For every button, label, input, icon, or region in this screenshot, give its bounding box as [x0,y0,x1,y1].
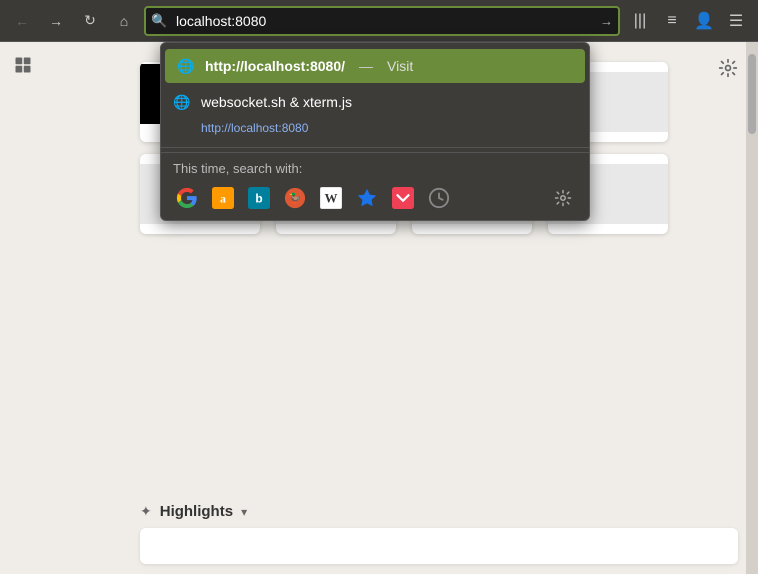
scrollbar-thumb[interactable] [748,54,756,134]
svg-text:a: a [220,192,226,206]
reader-view-button[interactable]: ≡ [658,7,686,35]
globe-icon-2: 🌐 [173,93,191,111]
svg-text:b: b [255,192,262,206]
highlights-chevron-icon: ▾ [241,505,247,519]
home-button[interactable]: ⌂ [110,7,138,35]
browser-toolbar: ← → ↻ ⌂ 🔍 → ||| ≡ 👤 ☰ [0,0,758,42]
search-engine-history[interactable] [425,184,453,212]
highlights-header[interactable]: ✦ Highlights ▾ [140,503,738,520]
bookmarks-icon: ||| [634,12,646,30]
main-settings-icon[interactable] [714,54,742,82]
autocomplete-item-2[interactable]: 🌐 websocket.sh & xterm.js http://localho… [161,85,589,143]
search-engine-settings-button[interactable] [549,184,577,212]
dropdown-divider [161,147,589,148]
search-engine-wikipedia[interactable]: W [317,184,345,212]
search-engine-pocket[interactable] [389,184,417,212]
grid-layout-icon[interactable] [14,56,32,79]
search-with-label: This time, search with: [173,161,577,176]
search-engine-bookmarks[interactable] [353,184,381,212]
autocomplete-url-1: http://localhost:8080/ [205,58,345,74]
highlights-content [140,528,738,564]
autocomplete-item-1[interactable]: 🌐 http://localhost:8080/ — Visit [165,49,585,83]
account-icon: 👤 [694,11,714,31]
search-engine-amazon[interactable]: a [209,184,237,212]
autocomplete-dropdown: 🌐 http://localhost:8080/ — Visit 🌐 webso… [160,42,590,221]
search-engine-bing[interactable]: b [245,184,273,212]
forward-button[interactable]: → [42,7,70,35]
address-input[interactable] [144,6,620,36]
reload-button[interactable]: ↻ [76,7,104,35]
autocomplete-title-2: websocket.sh & xterm.js [201,94,352,110]
search-engine-duckduckgo[interactable]: 🦆 [281,184,309,212]
toolbar-icons: ||| ≡ 👤 ☰ [626,7,750,35]
highlights-icon: ✦ [140,503,152,520]
address-go-icon[interactable]: → [600,13,613,28]
svg-text:🦆: 🦆 [289,192,302,205]
autocomplete-item-2-row: 🌐 websocket.sh & xterm.js [173,93,352,111]
bookmarks-toolbar-button[interactable]: ||| [626,7,654,35]
search-engine-google[interactable] [173,184,201,212]
globe-icon-1: 🌐 [177,57,195,75]
address-bar-wrapper: 🔍 → [144,6,620,36]
autocomplete-visit-label: Visit [387,58,413,74]
menu-button[interactable]: ☰ [722,7,750,35]
svg-text:W: W [325,192,338,206]
autocomplete-url-2: http://localhost:8080 [201,121,308,135]
address-search-icon: 🔍 [151,13,167,29]
reader-icon: ≡ [667,12,676,30]
scrollbar-track[interactable] [746,42,758,574]
search-with-section: This time, search with: a [161,152,589,216]
hamburger-icon: ☰ [729,11,743,31]
highlights-title: Highlights [160,503,233,520]
back-button[interactable]: ← [8,7,36,35]
highlights-section: ✦ Highlights ▾ [140,503,738,564]
account-button[interactable]: 👤 [690,7,718,35]
search-engines-row: a b 🦆 W [173,184,577,212]
